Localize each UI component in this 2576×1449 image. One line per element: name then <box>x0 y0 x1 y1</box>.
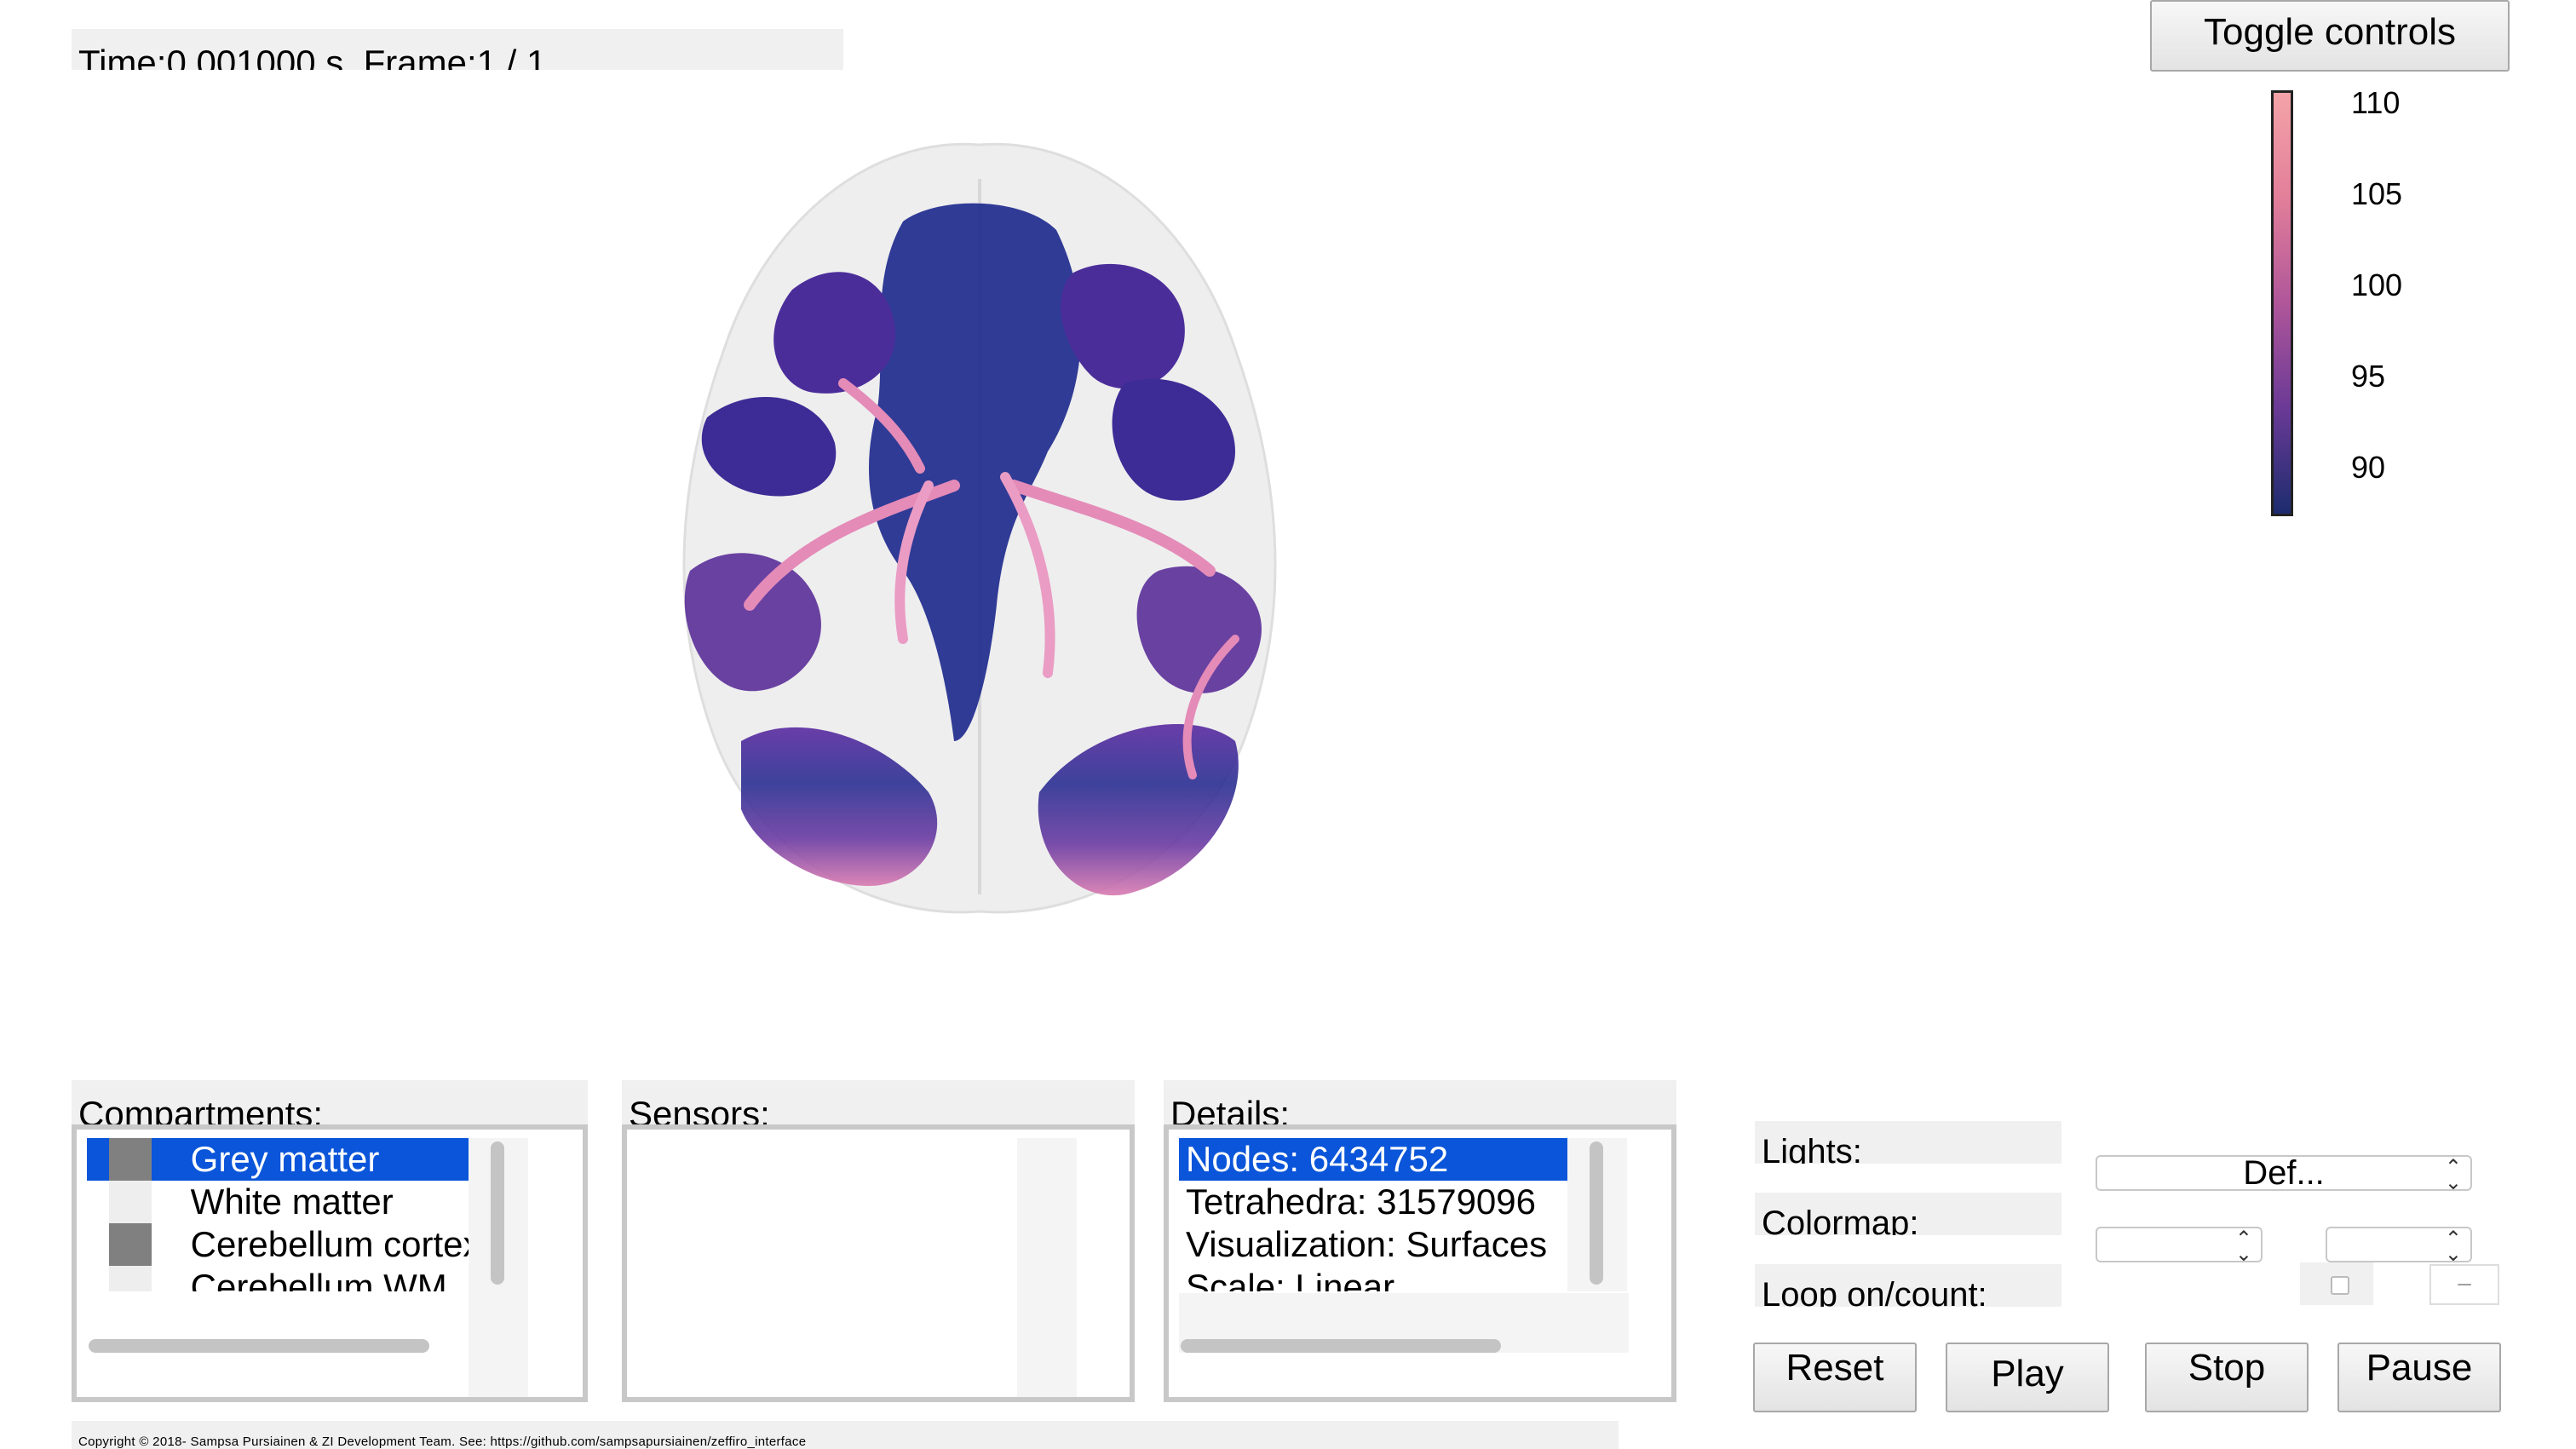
lights-select-value: Def... <box>2243 1154 2325 1192</box>
colormap-select-1[interactable]: ⌃ ⌄ <box>2096 1227 2263 1266</box>
pause-button[interactable]: Pause <box>2337 1343 2501 1412</box>
play-button[interactable]: Play <box>1946 1343 2109 1412</box>
details-vscroll-thumb[interactable] <box>1590 1141 1603 1285</box>
compartment-swatch <box>109 1181 152 1223</box>
reset-button[interactable]: Reset <box>1753 1343 1917 1412</box>
sensors-label: Sensors: <box>629 1094 770 1128</box>
details-panel: Nodes: 6434752 Tetrahedra: 31579096 Visu… <box>1164 1124 1676 1402</box>
compartments-panel: Grey matter White matter Cerebellum cort… <box>72 1124 588 1402</box>
sensors-vscroll[interactable] <box>1017 1138 1077 1397</box>
chevron-up-down-icon: ⌃ ⌄ <box>2444 1156 2462 1194</box>
frontal-left-blob <box>773 272 896 394</box>
colorbar-tick-95: 95 <box>2351 359 2386 394</box>
brain-visualization[interactable] <box>647 128 1312 929</box>
compartments-vscroll-thumb[interactable] <box>491 1141 504 1285</box>
loop-checkbox[interactable] <box>2331 1276 2349 1295</box>
loop-label-box: Loop on/count: <box>1755 1264 2061 1307</box>
compartment-swatch <box>109 1223 152 1266</box>
time-frame-box: Time:0.001000 s, Frame:1 / 1 <box>72 29 843 70</box>
compartment-name: Grey matter <box>190 1139 380 1179</box>
list-item[interactable]: Tetrahedra: 31579096 <box>1179 1181 1571 1223</box>
lights-select[interactable]: Def... ⌃ ⌄ <box>2096 1154 2472 1194</box>
colormap-select-2[interactable]: ⌃ ⌄ <box>2326 1227 2472 1266</box>
detail-text: Nodes: 6434752 <box>1186 1139 1449 1179</box>
lights-label: Lights: <box>1762 1133 1862 1164</box>
chevron-up-down-icon: ⌃ ⌄ <box>2234 1228 2252 1266</box>
compartments-label-box: Compartments: <box>72 1080 588 1128</box>
colormap-label-box: Colormap: <box>1755 1193 2061 1235</box>
list-item[interactable]: Scale: Linear <box>1179 1266 1571 1291</box>
colorbar-tick-110: 110 <box>2351 85 2401 120</box>
footer-bar: Copyright © 2018- Sampsa Pursiainen & ZI… <box>72 1421 1619 1449</box>
detail-text: Tetrahedra: 31579096 <box>1186 1182 1536 1222</box>
colorbar-tick-90: 90 <box>2351 450 2386 485</box>
toggle-controls-button[interactable]: Toggle controls <box>2150 0 2510 72</box>
sensors-label-box: Sensors: <box>622 1080 1135 1128</box>
detail-text: Visualization: Surfaces <box>1186 1224 1548 1264</box>
compartment-swatch <box>109 1138 152 1181</box>
details-list[interactable]: Nodes: 6434752 Tetrahedra: 31579096 Visu… <box>1179 1138 1571 1291</box>
loop-count-field[interactable]: – <box>2429 1264 2499 1305</box>
colorbar <box>2271 90 2293 516</box>
details-vscroll[interactable] <box>1567 1138 1627 1291</box>
compartments-hscroll-thumb[interactable] <box>89 1339 429 1353</box>
colorbar-tick-100: 100 <box>2351 267 2403 302</box>
compartments-label: Compartments: <box>78 1094 324 1128</box>
list-item[interactable]: Nodes: 6434752 <box>1179 1138 1567 1181</box>
copyright-text: Copyright © 2018- Sampsa Pursiainen & ZI… <box>78 1435 807 1449</box>
colormap-label: Colormap: <box>1762 1205 1919 1235</box>
compartment-name: Cerebellum WM <box>190 1267 447 1291</box>
compartment-swatch <box>109 1266 152 1291</box>
time-frame-text: Time:0.001000 s, Frame:1 / 1 <box>78 43 547 70</box>
compartments-vscroll[interactable] <box>469 1138 528 1397</box>
sensors-panel <box>622 1124 1135 1402</box>
loop-label: Loop on/count: <box>1762 1276 1987 1307</box>
list-item[interactable]: Grey matter <box>87 1138 475 1181</box>
details-label: Details: <box>1170 1094 1291 1128</box>
compartment-name: Cerebellum cortex <box>190 1224 481 1264</box>
list-item[interactable]: Visualization: Surfaces <box>1179 1223 1571 1266</box>
chevron-up-down-icon: ⌃ ⌄ <box>2444 1228 2462 1266</box>
stop-button[interactable]: Stop <box>2145 1343 2309 1412</box>
colorbar-tick-105: 105 <box>2351 176 2403 211</box>
details-label-box: Details: <box>1164 1080 1676 1128</box>
details-hscroll-thumb[interactable] <box>1181 1339 1501 1353</box>
detail-text: Scale: Linear <box>1186 1267 1395 1291</box>
lights-label-box: Lights: <box>1755 1121 2061 1164</box>
loop-checkbox-area <box>2300 1262 2373 1305</box>
compartment-name: White matter <box>190 1182 394 1222</box>
